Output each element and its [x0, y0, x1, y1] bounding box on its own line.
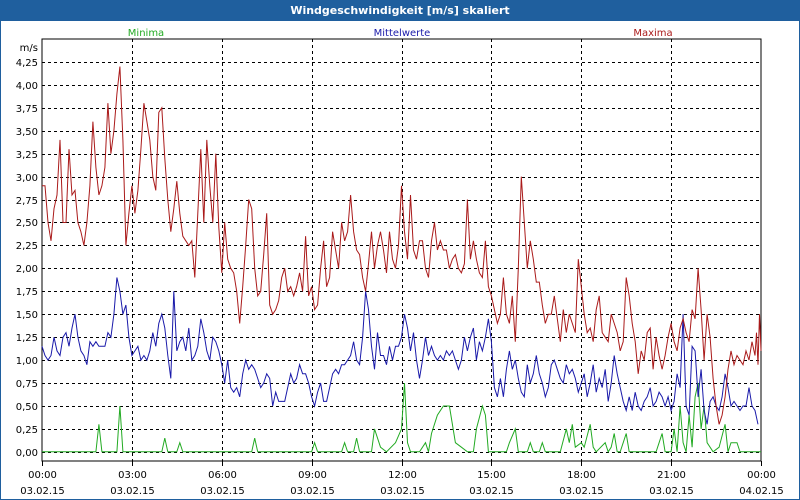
y-tick-label: 3,75 — [16, 104, 38, 115]
y-tick-label: 3,25 — [16, 150, 38, 161]
legend-minima: Minima — [128, 28, 164, 39]
y-tick-label: 3,50 — [16, 127, 38, 138]
y-tick-label: 2,25 — [16, 241, 38, 252]
y-tick-label: 4,25 — [16, 58, 38, 69]
legend-maxima: Maxima — [633, 28, 672, 39]
y-tick-label: 3,00 — [16, 173, 38, 184]
x-tick-date: 03.02.15 — [380, 486, 425, 497]
y-tick-label: 1,25 — [16, 333, 38, 344]
x-tick-time: 00:00 — [28, 470, 57, 481]
x-tick-time: 21:00 — [657, 470, 686, 481]
legend-mittelwerte: Mittelwerte — [374, 28, 431, 39]
x-tick-date: 03.02.15 — [110, 486, 155, 497]
chart-canvas: 0,00 0,25 0,50 0,75 1,00 1,25 1,50 1,75 2,00 2,25… — [16, 28, 784, 497]
x-tick-time: 03:00 — [118, 470, 147, 481]
y-tick-label: 2,00 — [16, 264, 38, 275]
x-tick-date: 03.02.15 — [559, 486, 604, 497]
x-tick-time: 18:00 — [567, 470, 596, 481]
x-tick-time: 00:00 — [747, 470, 776, 481]
y-tick-label: 1,75 — [16, 287, 38, 298]
y-tick-label: 0,75 — [16, 379, 38, 390]
x-tick-date: 03.02.15 — [20, 486, 65, 497]
x-tick-date: 03.02.15 — [290, 486, 335, 497]
x-tick-date: 03.02.15 — [200, 486, 245, 497]
plot-area — [41, 38, 762, 462]
x-tick-time: 12:00 — [388, 470, 417, 481]
y-tick-label: 0,50 — [16, 402, 38, 413]
chart-window: Windgeschwindigkeit [m/s] skaliert 0,00 0… — [0, 0, 800, 500]
y-axis-label: m/s — [20, 43, 38, 54]
y-tick-label: 2,50 — [16, 218, 38, 229]
x-tick-time: 15:00 — [477, 470, 506, 481]
x-tick-date: 03.02.15 — [469, 486, 514, 497]
y-tick-label: 2,75 — [16, 196, 38, 207]
x-tick-time: 09:00 — [298, 470, 327, 481]
x-tick-date: 03.02.15 — [649, 486, 694, 497]
y-tick-label: 1,50 — [16, 310, 38, 321]
y-tick-label: 0,25 — [16, 425, 38, 436]
y-tick-label: 0,00 — [16, 448, 38, 459]
x-tick-time: 06:00 — [208, 470, 237, 481]
y-tick-label: 1,00 — [16, 356, 38, 367]
y-tick-label: 4,00 — [16, 81, 38, 92]
x-tick-date: 04.02.15 — [739, 486, 784, 497]
chart-title: Windgeschwindigkeit [m/s] skaliert — [1, 1, 799, 21]
